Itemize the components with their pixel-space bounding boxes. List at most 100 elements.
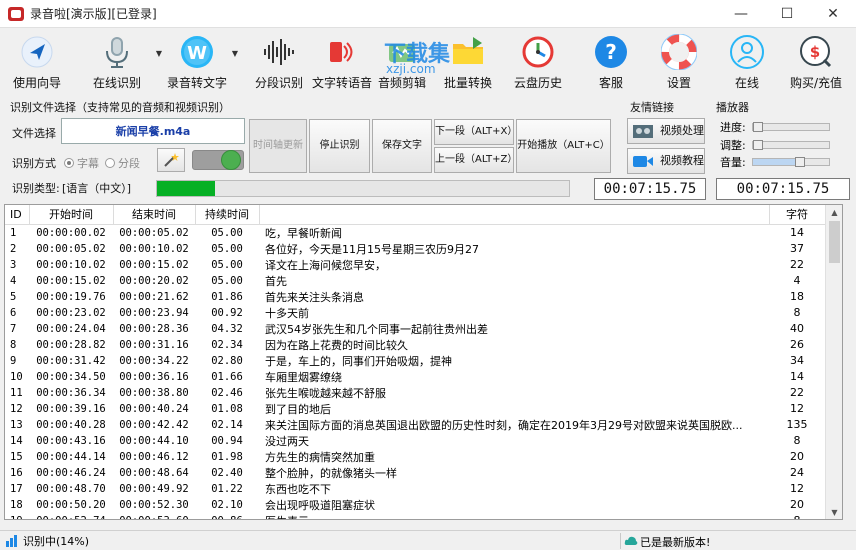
video-tutorial-button[interactable]: 视频教程	[627, 148, 705, 174]
cell-chars: 24	[790, 466, 804, 479]
toolbar-online-button[interactable]: 在线	[724, 28, 770, 92]
magic-wand-button[interactable]	[157, 148, 185, 172]
table-row[interactable]: 6 00:00:23.02 00:00:23.94 00.92 十多天前 8	[5, 305, 825, 321]
status-right-text: 已是最新版本!	[640, 536, 711, 549]
table-row[interactable]: 15 00:00:44.14 00:00:46.12 01.98 方先生的病情突然加重 2…	[5, 449, 825, 465]
timeline-update-button[interactable]: 时间轴更新	[249, 119, 307, 173]
table-scrollbar[interactable]: ▲ ▼	[825, 205, 842, 519]
col-header-text[interactable]	[259, 205, 770, 225]
cell-text: 到了目的地后	[265, 402, 331, 416]
cell-duration: 02.46	[211, 386, 243, 399]
save-text-button[interactable]: 保存文字	[372, 119, 432, 173]
window-title: 录音啦[演示版][已登录]	[30, 7, 157, 21]
toolbar-online-recognize-button[interactable]: 在线识别 ▼	[78, 28, 162, 92]
toolbar-settings-button[interactable]: 设置	[656, 28, 702, 92]
slider-knob[interactable]	[794, 157, 805, 167]
radio-dot-icon	[64, 158, 74, 168]
toolbar-batch-convert-button[interactable]: 批量转换	[440, 28, 496, 92]
table-row[interactable]: 12 00:00:39.16 00:00:40.24 01.08 到了目的地后 12	[5, 401, 825, 417]
scroll-up-icon[interactable]: ▲	[826, 205, 842, 219]
table-row[interactable]: 18 00:00:50.20 00:00:52.30 02.10 会出现呼吸道阻塞症状 2…	[5, 497, 825, 513]
toolbar-segment-recognize-button[interactable]: 分段识别	[252, 28, 306, 92]
cell-id: 13	[10, 418, 23, 431]
cell-start-time: 00:00:39.16	[36, 402, 106, 415]
player-volume-slider[interactable]	[752, 157, 830, 167]
scroll-thumb[interactable]	[829, 221, 840, 263]
table-row[interactable]: 3 00:00:10.02 00:00:15.02 05.00 译文在上海问候您早安， 2…	[5, 257, 825, 273]
stop-recognize-button[interactable]: 停止识别	[309, 119, 370, 173]
cell-id: 8	[10, 338, 17, 351]
col-header-duration[interactable]: 持续时间	[195, 205, 260, 225]
cell-id: 17	[10, 482, 23, 495]
next-segment-button[interactable]: 下一段（ALT+X）	[434, 119, 517, 145]
table-row[interactable]: 14 00:00:43.16 00:00:44.10 00.94 没过两天 8	[5, 433, 825, 449]
recognize-type-value: [语言（中文）]	[62, 182, 132, 195]
toolbar-cloud-history-button[interactable]: 云盘历史	[510, 28, 566, 92]
toolbar-purchase-button[interactable]: $ 购买/充值	[786, 28, 846, 92]
scroll-down-icon[interactable]: ▼	[826, 505, 842, 519]
table-row[interactable]: 13 00:00:40.28 00:00:42.42 02.14 来关注国际方面的消息英…	[5, 417, 825, 433]
minimize-button[interactable]: —	[718, 0, 764, 28]
table-row[interactable]: 8 00:00:28.82 00:00:31.16 02.34 因为在路上花费的时间比较…	[5, 337, 825, 353]
toggle-switch[interactable]	[192, 150, 244, 170]
cell-duration: 01.86	[211, 290, 243, 303]
col-header-end-time[interactable]: 结束时间	[113, 205, 196, 225]
table-row[interactable]: 16 00:00:46.24 00:00:48.64 02.40 整个脸肿，的就像猪头一…	[5, 465, 825, 481]
table-row[interactable]: 4 00:00:15.02 00:00:20.02 05.00 首先 4	[5, 273, 825, 289]
cell-start-time: 00:00:46.24	[36, 466, 106, 479]
maximize-button[interactable]: ☐	[764, 0, 810, 28]
slider-knob[interactable]	[753, 122, 763, 132]
time-display-right: 00:07:15.75	[716, 178, 850, 200]
table-row[interactable]: 1900:00:52.7400:00:53.6000.86医生表示8	[5, 513, 825, 519]
radio-segment[interactable]: 分段	[105, 155, 140, 171]
table-row[interactable]: 5 00:00:19.76 00:00:21.62 01.86 首先来关注头条消息 18	[5, 289, 825, 305]
table-row[interactable]: 7 00:00:24.04 00:00:28.36 04.32 武汉54岁张先生和几个同…	[5, 321, 825, 337]
cell-start-time: 00:00:34.50	[36, 370, 106, 383]
main-toolbar: 使用向导 在线识别 ▼ W 录音转文字 ▼ 分段识别 文字转语音 音频剪辑 批量…	[0, 28, 856, 94]
svg-text:W: W	[187, 43, 207, 64]
player-adjust-row: 调整:	[720, 137, 830, 153]
prev-segment-button[interactable]: 上一段（ALT+Z）	[434, 147, 517, 173]
cell-start-time: 00:00:23.02	[36, 306, 106, 319]
recognize-group-title: 识别文件选择（支持常见的音频和视频识别）	[10, 101, 230, 114]
file-select-box[interactable]: 新闻早餐.m4a	[61, 118, 245, 144]
status-bar: 识别中(14%) 已是最新版本!	[0, 530, 856, 550]
table-row[interactable]: 11 00:00:36.34 00:00:38.80 02.46 张先生喉咙越来越不舒服…	[5, 385, 825, 401]
progress-fill	[157, 181, 215, 196]
cell-end-time: 00:00:44.10	[119, 434, 189, 447]
cell-id: 10	[10, 370, 23, 383]
cell-start-time: 00:00:43.16	[36, 434, 106, 447]
slider-knob[interactable]	[753, 140, 763, 150]
cell-end-time: 00:00:48.64	[119, 466, 189, 479]
chevron-down-icon[interactable]: ▼	[232, 49, 238, 58]
cell-duration: 05.00	[211, 242, 243, 255]
cell-end-time: 00:00:40.24	[119, 402, 189, 415]
cell-text: 没过两天	[265, 434, 309, 448]
toolbar-audio-to-text-button[interactable]: W 录音转文字 ▼	[162, 28, 238, 92]
col-header-id[interactable]: ID	[5, 205, 30, 225]
col-header-start-time[interactable]: 开始时间	[29, 205, 114, 225]
toolbar-guide-button[interactable]: 使用向导	[6, 28, 68, 92]
table-row[interactable]: 1 00:00:00.02 00:00:05.02 05.00 吃，早餐听新闻 14	[5, 224, 825, 241]
cell-id: 16	[10, 466, 23, 479]
toolbar-audio-edit-button[interactable]: 音频剪辑	[374, 28, 430, 92]
cell-chars: 20	[790, 450, 804, 463]
table-row[interactable]: 17 00:00:48.70 00:00:49.92 01.22 东西也吃不下 12	[5, 481, 825, 497]
cell-text: 首先	[265, 274, 287, 288]
start-play-button[interactable]: 开始播放（ALT+C）	[516, 119, 611, 173]
table-row[interactable]: 2 00:00:05.02 00:00:10.02 05.00 各位好，今天是11月15…	[5, 241, 825, 257]
close-button[interactable]: ✕	[810, 0, 856, 28]
col-header-chars[interactable]: 字符	[769, 205, 826, 225]
table-row[interactable]: 10 00:00:34.50 00:00:36.16 01.66 车厢里烟雾缭绕 14	[5, 369, 825, 385]
cell-chars: 8	[793, 306, 801, 319]
table-row[interactable]: 9 00:00:31.42 00:00:34.22 02.80 于是，车上的，同事们开始…	[5, 353, 825, 369]
radio-subtitle[interactable]: 字幕	[64, 155, 99, 171]
status-left-text: 识别中(14%)	[23, 534, 90, 548]
cell-text: 方先生的病情突然加重	[265, 450, 375, 464]
toolbar-support-button[interactable]: ? 客服	[588, 28, 634, 92]
toolbar-text-to-speech-button[interactable]: 文字转语音	[312, 28, 372, 92]
svg-text:?: ?	[605, 40, 617, 64]
video-process-button[interactable]: 视频处理	[627, 118, 705, 144]
player-adjust-slider[interactable]	[752, 140, 830, 150]
player-progress-slider[interactable]	[752, 122, 830, 132]
